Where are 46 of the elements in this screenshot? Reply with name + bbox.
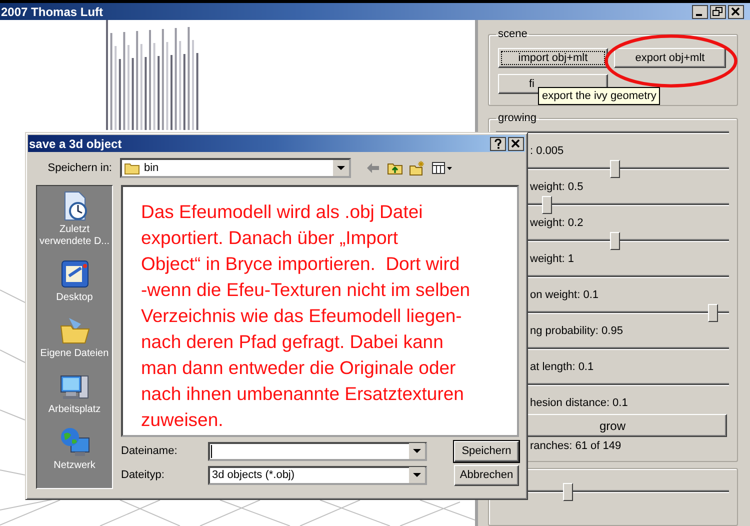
restore-icon[interactable] bbox=[710, 4, 726, 18]
slider-thumb[interactable] bbox=[708, 304, 718, 322]
slider-label: ng probability: 0.95 bbox=[530, 325, 623, 337]
tooltip: export the ivy geometry bbox=[538, 87, 660, 105]
annotation-text: Das Efeumodell wird als .obj Datei exportiert. Danach über „Import Object“ in Bryce importieren. Dort wird -wenn die Efeu-Texturen nicht im selben Verzeichnis wie das Efeumodell liegen- nach deren Pfad gefragt. Dabei kann man dann entweder die Originale oder nach ihnen umbenannte Ersatztexturen zuweisen. bbox=[141, 200, 472, 432]
slider-thumb[interactable] bbox=[542, 196, 552, 214]
close-icon[interactable] bbox=[508, 136, 524, 150]
place-label[interactable]: Netzwerk bbox=[38, 460, 112, 472]
text-cursor bbox=[211, 444, 212, 458]
slider-label: weight: 0.5 bbox=[530, 181, 584, 193]
slider-thumb[interactable] bbox=[610, 160, 620, 178]
slider-label: on weight: 0.1 bbox=[530, 289, 598, 301]
place-label[interactable]: Zuletzt verwendete D... bbox=[38, 224, 112, 248]
scene-button[interactable]: export obj+mlt bbox=[614, 48, 726, 68]
scene-button[interactable]: import obj+mlt bbox=[498, 48, 608, 68]
filetype-dropdown[interactable]: 3d objects (*.obj) bbox=[208, 466, 427, 484]
slider-label: at length: 0.1 bbox=[530, 361, 594, 373]
branch-count-label: ranches: 61 of 149 bbox=[530, 440, 622, 452]
filename-label: Dateiname: bbox=[121, 445, 178, 457]
save-button[interactable]: Speichern bbox=[454, 440, 519, 462]
folder-dropdown[interactable]: bin bbox=[120, 158, 351, 178]
globe-computer-icon[interactable] bbox=[58, 426, 90, 458]
slider-label: hesion distance: 0.1 bbox=[530, 397, 628, 409]
place-label[interactable]: Eigene Dateien bbox=[38, 348, 112, 360]
save-in-label: Speichern in: bbox=[46, 162, 113, 174]
desktop-icon[interactable] bbox=[58, 258, 90, 290]
slider-label: weight: 1 bbox=[530, 253, 574, 265]
slider-label: weight: 0.2 bbox=[530, 217, 584, 229]
minimize-icon[interactable] bbox=[692, 4, 708, 18]
place-label[interactable]: Arbeitsplatz bbox=[38, 404, 112, 416]
help-icon[interactable] bbox=[490, 136, 506, 150]
filename-field[interactable] bbox=[208, 442, 427, 460]
filetype-label: Dateityp: bbox=[121, 469, 166, 481]
slider-label: : 0.005 bbox=[530, 145, 564, 157]
group-title: scene bbox=[497, 28, 528, 40]
folder-icon bbox=[124, 162, 140, 174]
dialog-title: save a 3d object bbox=[28, 136, 122, 150]
group-title: growing bbox=[497, 112, 538, 124]
place-label[interactable]: Desktop bbox=[38, 292, 112, 304]
view-menu-icon[interactable] bbox=[431, 160, 453, 176]
cancel-button[interactable]: Abbrechen bbox=[454, 464, 519, 486]
slider-thumb[interactable] bbox=[563, 483, 574, 501]
new-folder-icon[interactable] bbox=[409, 160, 425, 176]
window-title: 2007 Thomas Luft bbox=[0, 4, 104, 18]
slider-thumb[interactable] bbox=[610, 232, 620, 250]
close-icon[interactable] bbox=[728, 4, 744, 18]
